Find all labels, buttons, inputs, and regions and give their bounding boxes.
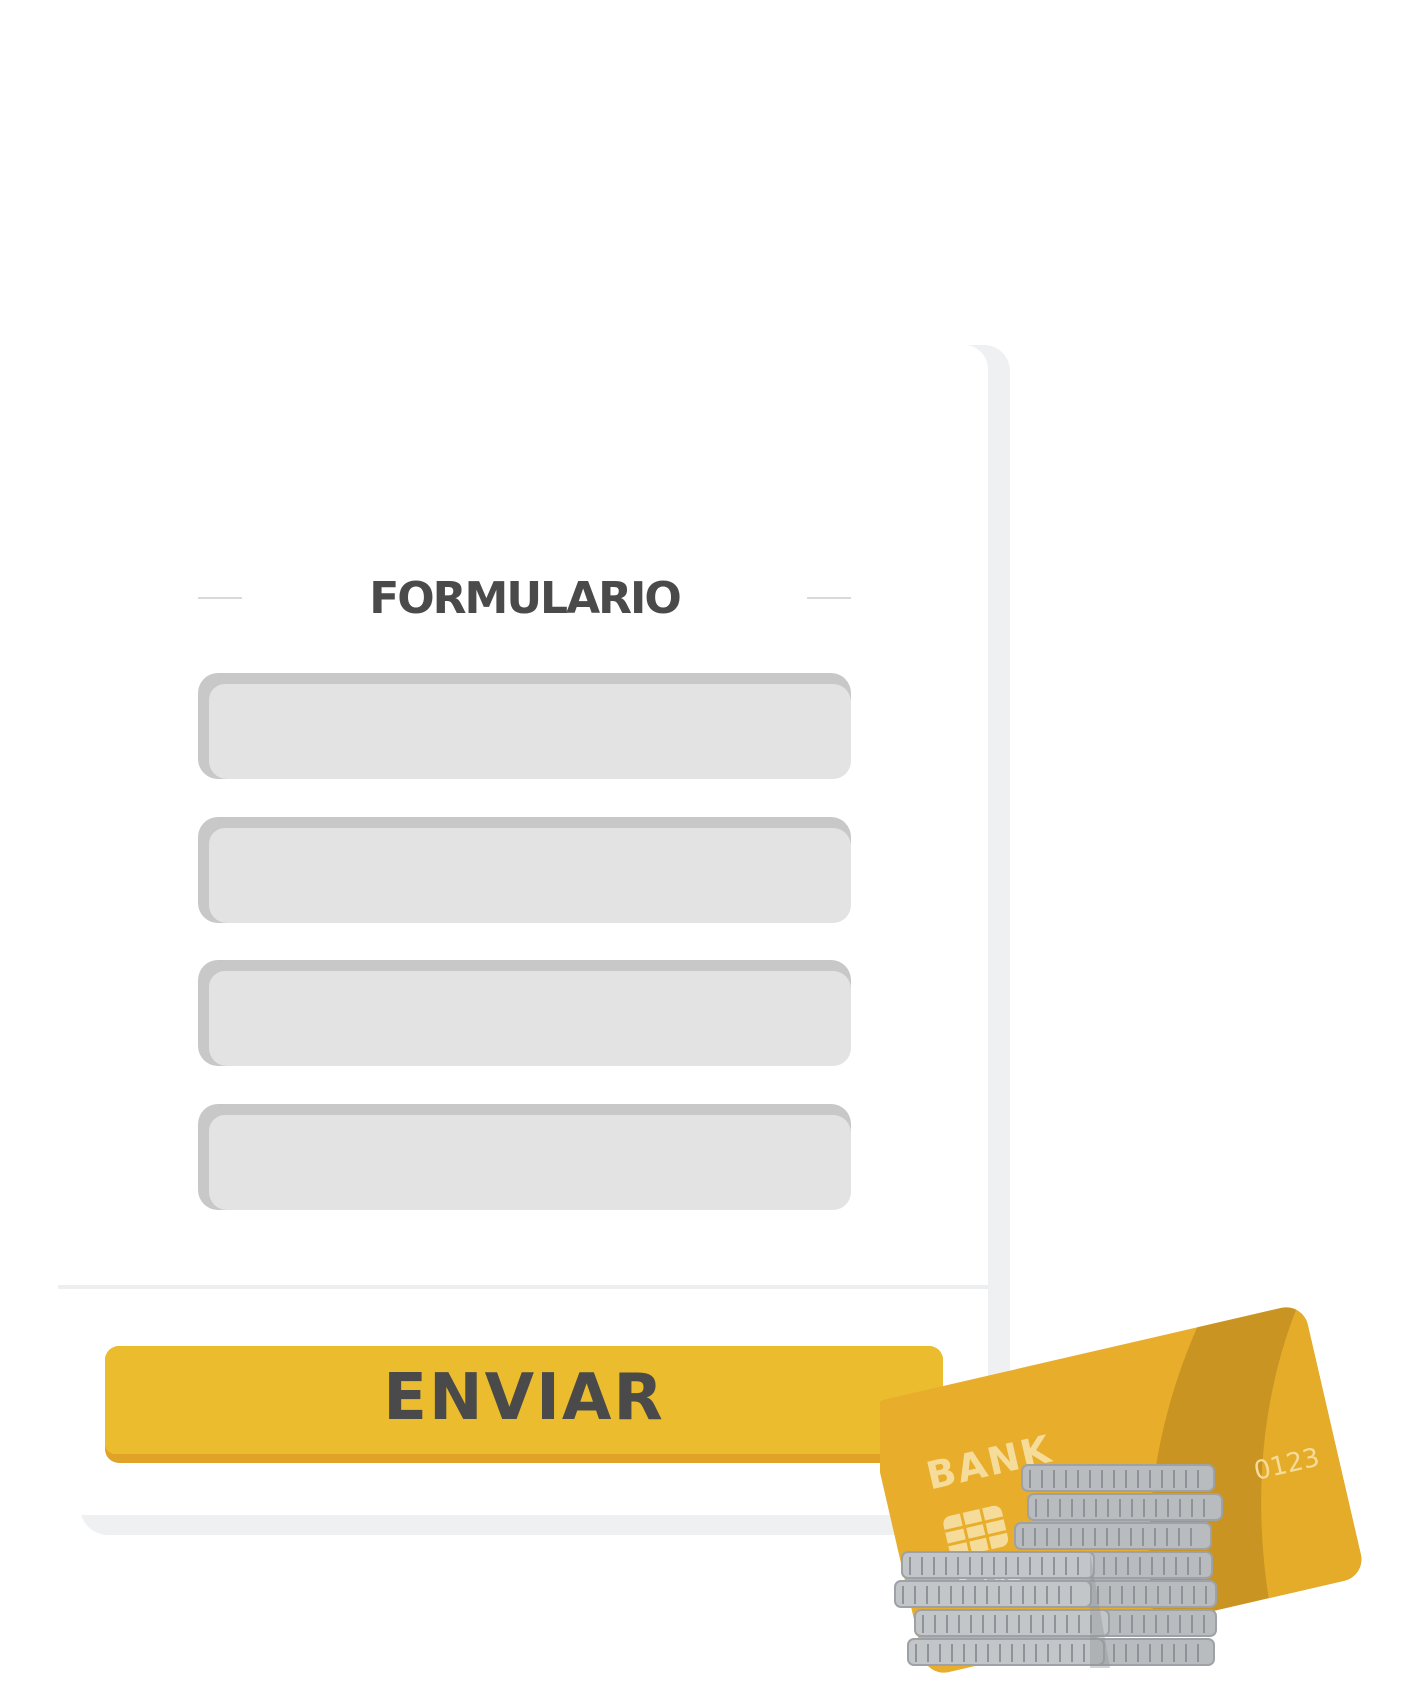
form-field-1[interactable] (198, 673, 851, 779)
submit-button[interactable]: ENVIAR (105, 1346, 943, 1463)
submit-button-label: ENVIAR (383, 1361, 665, 1435)
form-panel (58, 345, 988, 1515)
form-header: FORMULARIO (198, 568, 851, 628)
title-divider-left (198, 597, 242, 599)
form-divider (58, 1285, 988, 1289)
form-field-3[interactable] (198, 960, 851, 1066)
form-field-2[interactable] (198, 817, 851, 923)
form-field-3-input[interactable] (209, 971, 851, 1066)
form-field-4[interactable] (198, 1104, 851, 1210)
page: FORMULARIO ENVIAR BANK 0123 (0, 0, 1406, 1688)
submit-button-face[interactable]: ENVIAR (105, 1346, 943, 1454)
form-field-4-input[interactable] (209, 1115, 851, 1210)
title-divider-right (807, 597, 851, 599)
form-field-2-input[interactable] (209, 828, 851, 923)
payment-illustration: BANK 0123 1234 (880, 1302, 1366, 1678)
form-field-1-input[interactable] (209, 684, 851, 779)
form-title: FORMULARIO (369, 572, 682, 624)
